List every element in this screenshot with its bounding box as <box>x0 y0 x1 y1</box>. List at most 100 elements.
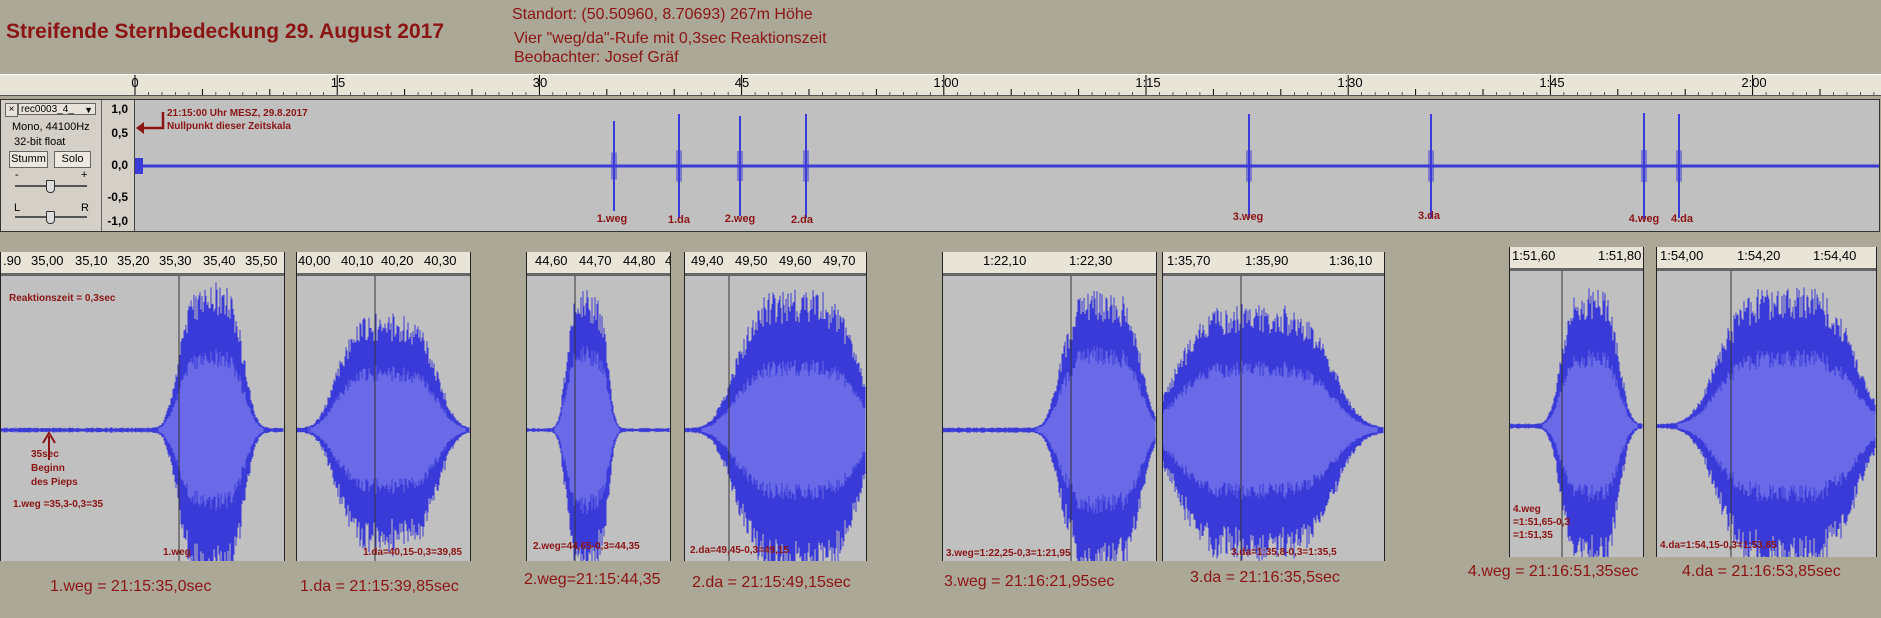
audio-track[interactable]: × rec0003_4_ ▼ Mono, 44100Hz 32-bit floa… <box>0 99 1880 232</box>
gain-plus-label: + <box>81 169 88 181</box>
event-time-label: 4.da = 21:16:53,85sec <box>1682 563 1841 580</box>
ruler-label: 1:30 <box>1337 75 1363 90</box>
clip-note: 4.weg <box>1513 504 1541 515</box>
clip-ruler-label: 44,80 <box>623 253 656 268</box>
clip-ruler-label: 1:36,10 <box>1329 253 1373 268</box>
zoomed-clip[interactable]: 40,00 40,10 40,20 40,30 1.da=40,15-0,3=39,85 <box>296 252 471 561</box>
ruler-label: 1:00 <box>933 75 959 90</box>
track-control-panel: × rec0003_4_ ▼ Mono, 44100Hz 32-bit floa… <box>1 100 102 231</box>
close-track-button[interactable]: × <box>5 103 18 117</box>
clip-ruler-label: 35,30 <box>159 253 192 268</box>
zoomed-clip[interactable]: 49,40 49,50 49,60 49,70 2.da=49,45-0,3=49,15 <box>684 252 867 561</box>
event-label: 2.weg <box>724 213 756 225</box>
clip-ruler[interactable]: 1:51,60 1:51,80 <box>1510 247 1643 271</box>
clip-note: 2.weg=44,65-0,3=44,35 <box>533 541 640 552</box>
event-label: 3.weg <box>1232 211 1264 223</box>
clip-ruler-label: 1:54,00 <box>1660 248 1704 263</box>
clip-ruler-label: 1:22,10 <box>983 253 1027 268</box>
method-info: Vier "weg/da"-Rufe mit 0,3sec Reaktionsz… <box>514 30 827 47</box>
clip-note: Reaktionszeit = 0,3sec <box>9 293 116 304</box>
clip-note: 1.da=40,15-0,3=39,85 <box>363 547 462 558</box>
ruler-label: 1:15 <box>1135 75 1161 90</box>
track-bitdepth: 32-bit float <box>14 136 66 148</box>
ruler-label: 2:00 <box>1741 75 1767 90</box>
zoomed-clip[interactable]: 1:22,10 1:22,30 3.weg=1:22,25-0,3=1:21,95 <box>942 252 1157 561</box>
clip-ruler-label: 1:51,80 <box>1598 248 1642 263</box>
zoomed-clip[interactable]: .90 35,00 35,10 35,20 35,30 35,40 35,50 Reaktio… <box>0 252 285 561</box>
location-info: Standort: (50.50960, 8.70693) 267m Höhe <box>512 6 813 23</box>
clip-ruler[interactable]: 40,00 40,10 40,20 40,30 <box>297 252 470 276</box>
pan-slider-handle[interactable] <box>46 211 55 224</box>
clip-waveform <box>1657 270 1876 557</box>
event-time-label: 3.da = 21:16:35,5sec <box>1190 569 1340 586</box>
clip-note: =1:51,35 <box>1513 530 1553 541</box>
clip-ruler-label: 35,10 <box>75 253 108 268</box>
clip-ruler-label: 40,20 <box>381 253 414 268</box>
scale-label: 0,5 <box>111 126 128 140</box>
clip-ruler-label: 35,50 <box>245 253 278 268</box>
clip-note: 3.weg=1:22,25-0,3=1:21,95 <box>946 548 1071 559</box>
ruler-label: 45 <box>734 75 750 90</box>
clip-ruler-label: 49,50 <box>735 253 768 268</box>
clip-ruler[interactable]: 1:35,70 1:35,90 1:36,10 <box>1163 252 1384 276</box>
amplitude-scale: 1,0 0,5 0,0 -0,5 -1,0 <box>102 100 135 231</box>
event-label: 4.da <box>1670 213 1694 225</box>
clip-note: 35sec <box>31 449 59 460</box>
clip-ruler-label: 40,30 <box>424 253 457 268</box>
ruler-label: 1:45 <box>1539 75 1565 90</box>
clip-ruler-label: 44,70 <box>579 253 612 268</box>
page-title: Streifende Sternbedeckung 29. August 201… <box>6 20 445 43</box>
gain-minus-label: - <box>15 169 19 181</box>
scale-label: 0,0 <box>111 158 128 172</box>
zoomed-clip[interactable]: 1:35,70 1:35,90 1:36,10 3.da=1:35,8-0,3=1:3… <box>1162 252 1385 561</box>
clip-waveform <box>297 275 470 561</box>
event-label: 3.da <box>1417 210 1441 222</box>
clip-ruler-label: 40,00 <box>298 253 331 268</box>
scale-label: 1,0 <box>111 102 128 116</box>
clip-ruler-label: 44,60 <box>535 253 568 268</box>
zero-point-desc: Nullpunkt dieser Zeitskala <box>167 121 291 132</box>
clip-ruler-label: 49,70 <box>823 253 856 268</box>
clip-note: 1.weg <box>163 547 191 558</box>
clip-ruler-label: .90 <box>3 253 22 268</box>
clip-note: =1:51,65-0,3 <box>1513 517 1570 528</box>
clip-ruler-label: 1:54,40 <box>1813 248 1857 263</box>
event-time-label: 1.weg = 21:15:35,0sec <box>50 578 212 595</box>
event-time-label: 4.weg = 21:16:51,35sec <box>1468 563 1639 580</box>
event-time-label: 1.da = 21:15:39,85sec <box>300 578 459 595</box>
clip-note: Beginn <box>31 463 65 474</box>
clip-ruler[interactable]: 49,40 49,50 49,60 49,70 <box>685 252 866 276</box>
clip-note: 1.weg =35,3-0,3=35 <box>13 499 104 510</box>
clip-note: 4.da=1:54,15-0,3=1:53,85 <box>1660 540 1777 551</box>
track-format: Mono, 44100Hz <box>12 121 90 133</box>
timeline-ruler[interactable]: 0 15 30 45 1:00 1:15 1:30 1:45 2:00 <box>0 74 1881 96</box>
clip-ruler[interactable]: 1:22,10 1:22,30 <box>943 252 1156 276</box>
zoomed-clip[interactable]: 1:51,60 1:51,80 4.weg =1:51,65-0,3 =1:51,35 <box>1509 247 1644 557</box>
event-time-label: 2.da = 21:15:49,15sec <box>692 574 851 591</box>
event-time-label: 2.weg=21:15:44,35 <box>524 571 661 588</box>
clip-ruler-label: 35,20 <box>117 253 150 268</box>
event-time-label: 3.weg = 21:16:21,95sec <box>944 573 1115 590</box>
ruler-label: 0 <box>131 75 139 90</box>
scale-label: -0,5 <box>107 190 128 204</box>
waveform-baseline <box>135 164 1879 168</box>
clip-ruler[interactable]: 1:54,00 1:54,20 1:54,40 <box>1657 247 1876 271</box>
zoomed-clip[interactable]: 44,60 44,70 44,80 4 2.weg=44,65-0,3=44,35 <box>526 252 671 561</box>
pan-left-label: L <box>14 202 21 214</box>
clip-note: des Pieps <box>31 477 78 488</box>
clip-note: 3.da=1:35,8-0,3=1:35,5 <box>1231 547 1337 558</box>
ruler-label: 15 <box>330 75 346 90</box>
event-label: 1.weg <box>596 213 628 225</box>
clip-ruler-label: 1:35,70 <box>1167 253 1211 268</box>
clip-ruler[interactable]: .90 35,00 35,10 35,20 35,30 35,40 35,50 <box>1 252 284 276</box>
clip-ruler-label: 35,40 <box>203 253 236 268</box>
mute-button[interactable]: Stumm <box>9 151 48 168</box>
zero-point-time: 21:15:00 Uhr MESZ, 29.8.2017 <box>167 108 308 119</box>
solo-button[interactable]: Solo <box>54 151 91 168</box>
gain-slider-handle[interactable] <box>46 180 55 193</box>
zoomed-clip[interactable]: 1:54,00 1:54,20 1:54,40 4.da=1:54,15-0,3=1:… <box>1656 247 1877 557</box>
track-name-menu[interactable]: rec0003_4_ ▼ <box>18 103 96 115</box>
chevron-down-icon: ▼ <box>84 105 93 115</box>
clip-ruler-label: 40,10 <box>341 253 374 268</box>
clip-ruler[interactable]: 44,60 44,70 44,80 4 <box>527 252 670 276</box>
